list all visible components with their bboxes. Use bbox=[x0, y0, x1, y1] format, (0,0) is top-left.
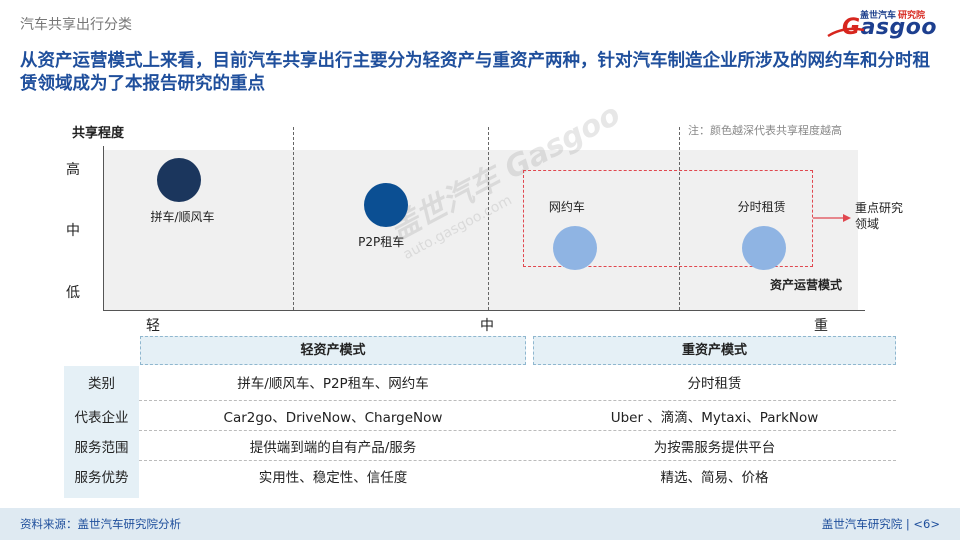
x-axis-title: 资产运营模式 bbox=[770, 278, 843, 292]
y-axis bbox=[103, 146, 104, 311]
row-divider bbox=[139, 400, 896, 401]
header-light-asset: 轻资产模式 bbox=[140, 336, 526, 365]
divider-line bbox=[488, 127, 489, 310]
table-cell: 提供端到端的自有产品/服务 bbox=[249, 440, 417, 456]
y-tick-label: 中 bbox=[66, 223, 80, 239]
bubble-label: 网约车 bbox=[548, 199, 585, 214]
arrow-right-icon bbox=[813, 214, 851, 222]
y-tick-label: 高 bbox=[66, 162, 80, 178]
y-axis-title: 共享程度 bbox=[72, 126, 125, 141]
bubble-point bbox=[552, 225, 597, 270]
table-cell: Car2go、DriveNow、ChargeNow bbox=[223, 410, 443, 426]
bubble-label: P2P租车 bbox=[358, 234, 405, 249]
comparison-table: 轻资产模式 重资产模式 类别 拼车/顺风车、P2P租车、网约车 分时租赁 代表企… bbox=[64, 336, 896, 498]
header-heavy-asset: 重资产模式 bbox=[533, 336, 896, 365]
row-label: 服务范围 bbox=[74, 440, 129, 456]
y-tick-label: 低 bbox=[66, 285, 80, 301]
sharing-chart: 共享程度 高 中 低 轻 中 重 注：颜色越深代表共享程度越高 资产运营模式 盖… bbox=[0, 0, 960, 340]
table-cell: 实用性、稳定性、信任度 bbox=[258, 470, 408, 486]
bubble-point bbox=[156, 158, 201, 202]
x-tick-label: 重 bbox=[814, 318, 828, 334]
row-label: 类别 bbox=[88, 376, 115, 392]
table-cell: 拼车/顺风车、P2P租车、网约车 bbox=[237, 376, 429, 392]
table-cell: 精选、简易、价格 bbox=[660, 470, 769, 486]
bubble-point bbox=[741, 225, 786, 270]
focus-area-label: 重点研究 领域 bbox=[855, 201, 904, 231]
table-cell: 为按需服务提供平台 bbox=[653, 440, 776, 456]
row-label: 服务优势 bbox=[74, 470, 129, 486]
source-note: 资料来源：盖世汽车研究院分析 bbox=[20, 517, 181, 531]
x-tick-label: 中 bbox=[480, 318, 494, 334]
x-tick-label: 轻 bbox=[146, 318, 160, 334]
bubble-label: 分时租赁 bbox=[737, 199, 786, 214]
x-axis bbox=[103, 310, 865, 311]
row-divider bbox=[139, 460, 896, 461]
divider-line bbox=[293, 127, 294, 310]
bubble-label: 拼车/顺风车 bbox=[150, 210, 215, 224]
footer-bar: 资料来源：盖世汽车研究院分析 盖世汽车研究院 | <6> bbox=[0, 508, 960, 540]
table-cell: Uber 、滴滴、Mytaxi、ParkNow bbox=[610, 410, 819, 426]
row-divider bbox=[139, 430, 896, 431]
page-number: 盖世汽车研究院 | <6> bbox=[821, 517, 940, 531]
table-cell: 分时租赁 bbox=[687, 376, 742, 392]
chart-note: 注：颜色越深代表共享程度越高 bbox=[688, 124, 842, 137]
row-label: 代表企业 bbox=[74, 410, 129, 426]
bubble-point bbox=[364, 182, 409, 227]
